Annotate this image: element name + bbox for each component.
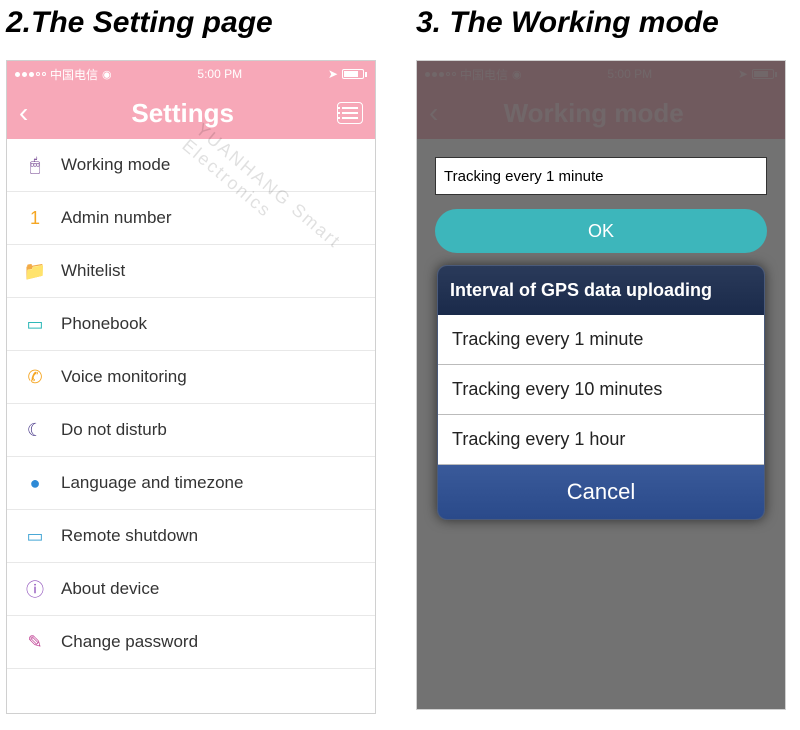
settings-item[interactable]: ● Language and timezone — [7, 457, 375, 510]
phone-working-mode: 中国电信 ◉ 5:00 PM ➤ ‹ Working mode Tracking… — [416, 60, 786, 710]
settings-item[interactable]: 1 Admin number — [7, 192, 375, 245]
settings-item-label: Admin number — [61, 208, 172, 228]
dialog-options: Tracking every 1 minuteTracking every 10… — [438, 315, 764, 465]
section-title-right: 3. The Working mode — [416, 6, 719, 40]
mouse-icon: 🖱 — [23, 153, 47, 177]
settings-item-label: Working mode — [61, 155, 170, 175]
phone-icon: ✆ — [23, 365, 47, 389]
settings-item-label: About device — [61, 579, 159, 599]
settings-item-label: Do not disturb — [61, 420, 167, 440]
signal-dots-icon — [15, 72, 46, 77]
moon-icon: ☾ — [23, 418, 47, 442]
dialog-option[interactable]: Tracking every 1 minute — [438, 315, 764, 365]
globe-icon: ● — [23, 471, 47, 495]
navbar: ‹ Settings — [7, 87, 375, 139]
book-icon: ▭ — [23, 312, 47, 336]
folder-icon: 📁 — [23, 259, 47, 283]
wifi-icon: ◉ — [102, 68, 112, 81]
edit-icon: ✎ — [23, 630, 47, 654]
tracking-interval-field[interactable]: Tracking every 1 minute — [435, 157, 767, 195]
number-icon: 1 — [23, 206, 47, 230]
ok-button[interactable]: OK — [435, 209, 767, 253]
statusbar: 中国电信 ◉ 5:00 PM ➤ — [7, 61, 375, 87]
settings-item-label: Whitelist — [61, 261, 125, 281]
battery-icon — [342, 69, 367, 79]
dialog-option[interactable]: Tracking every 10 minutes — [438, 365, 764, 415]
settings-item[interactable]: ▭ Remote shutdown — [7, 510, 375, 563]
settings-item[interactable]: ✎ Change password — [7, 616, 375, 669]
settings-list: 🖱 Working mode 1 Admin number 📁 Whitelist ▭ Pho… — [7, 139, 375, 669]
phone-settings: 中国电信 ◉ 5:00 PM ➤ ‹ Settings 🖱 Working mod… — [6, 60, 376, 714]
settings-item-label: Phonebook — [61, 314, 147, 334]
list-menu-icon[interactable] — [337, 102, 363, 124]
settings-item[interactable]: ☾ Do not disturb — [7, 404, 375, 457]
settings-item[interactable]: ⓘ About device — [7, 563, 375, 616]
dialog-header: Interval of GPS data uploading — [438, 266, 764, 315]
settings-item[interactable]: 🖱 Working mode — [7, 139, 375, 192]
back-icon[interactable]: ‹ — [19, 97, 28, 129]
interval-dialog: Interval of GPS data uploading Tracking … — [437, 265, 765, 520]
settings-item[interactable]: 📁 Whitelist — [7, 245, 375, 298]
settings-item[interactable]: ▭ Phonebook — [7, 298, 375, 351]
settings-item-label: Remote shutdown — [61, 526, 198, 546]
laptop-icon: ▭ — [23, 524, 47, 548]
settings-item-label: Language and timezone — [61, 473, 243, 493]
section-title-left: 2.The Setting page — [6, 6, 273, 40]
cancel-button[interactable]: Cancel — [438, 465, 764, 519]
settings-item-label: Change password — [61, 632, 198, 652]
carrier-label: 中国电信 — [50, 66, 98, 83]
info-icon: ⓘ — [23, 577, 47, 601]
location-icon: ➤ — [328, 67, 338, 81]
settings-item[interactable]: ✆ Voice monitoring — [7, 351, 375, 404]
settings-item-label: Voice monitoring — [61, 367, 187, 387]
dialog-option[interactable]: Tracking every 1 hour — [438, 415, 764, 465]
page-title: Settings — [131, 98, 234, 129]
clock-label: 5:00 PM — [197, 67, 242, 81]
